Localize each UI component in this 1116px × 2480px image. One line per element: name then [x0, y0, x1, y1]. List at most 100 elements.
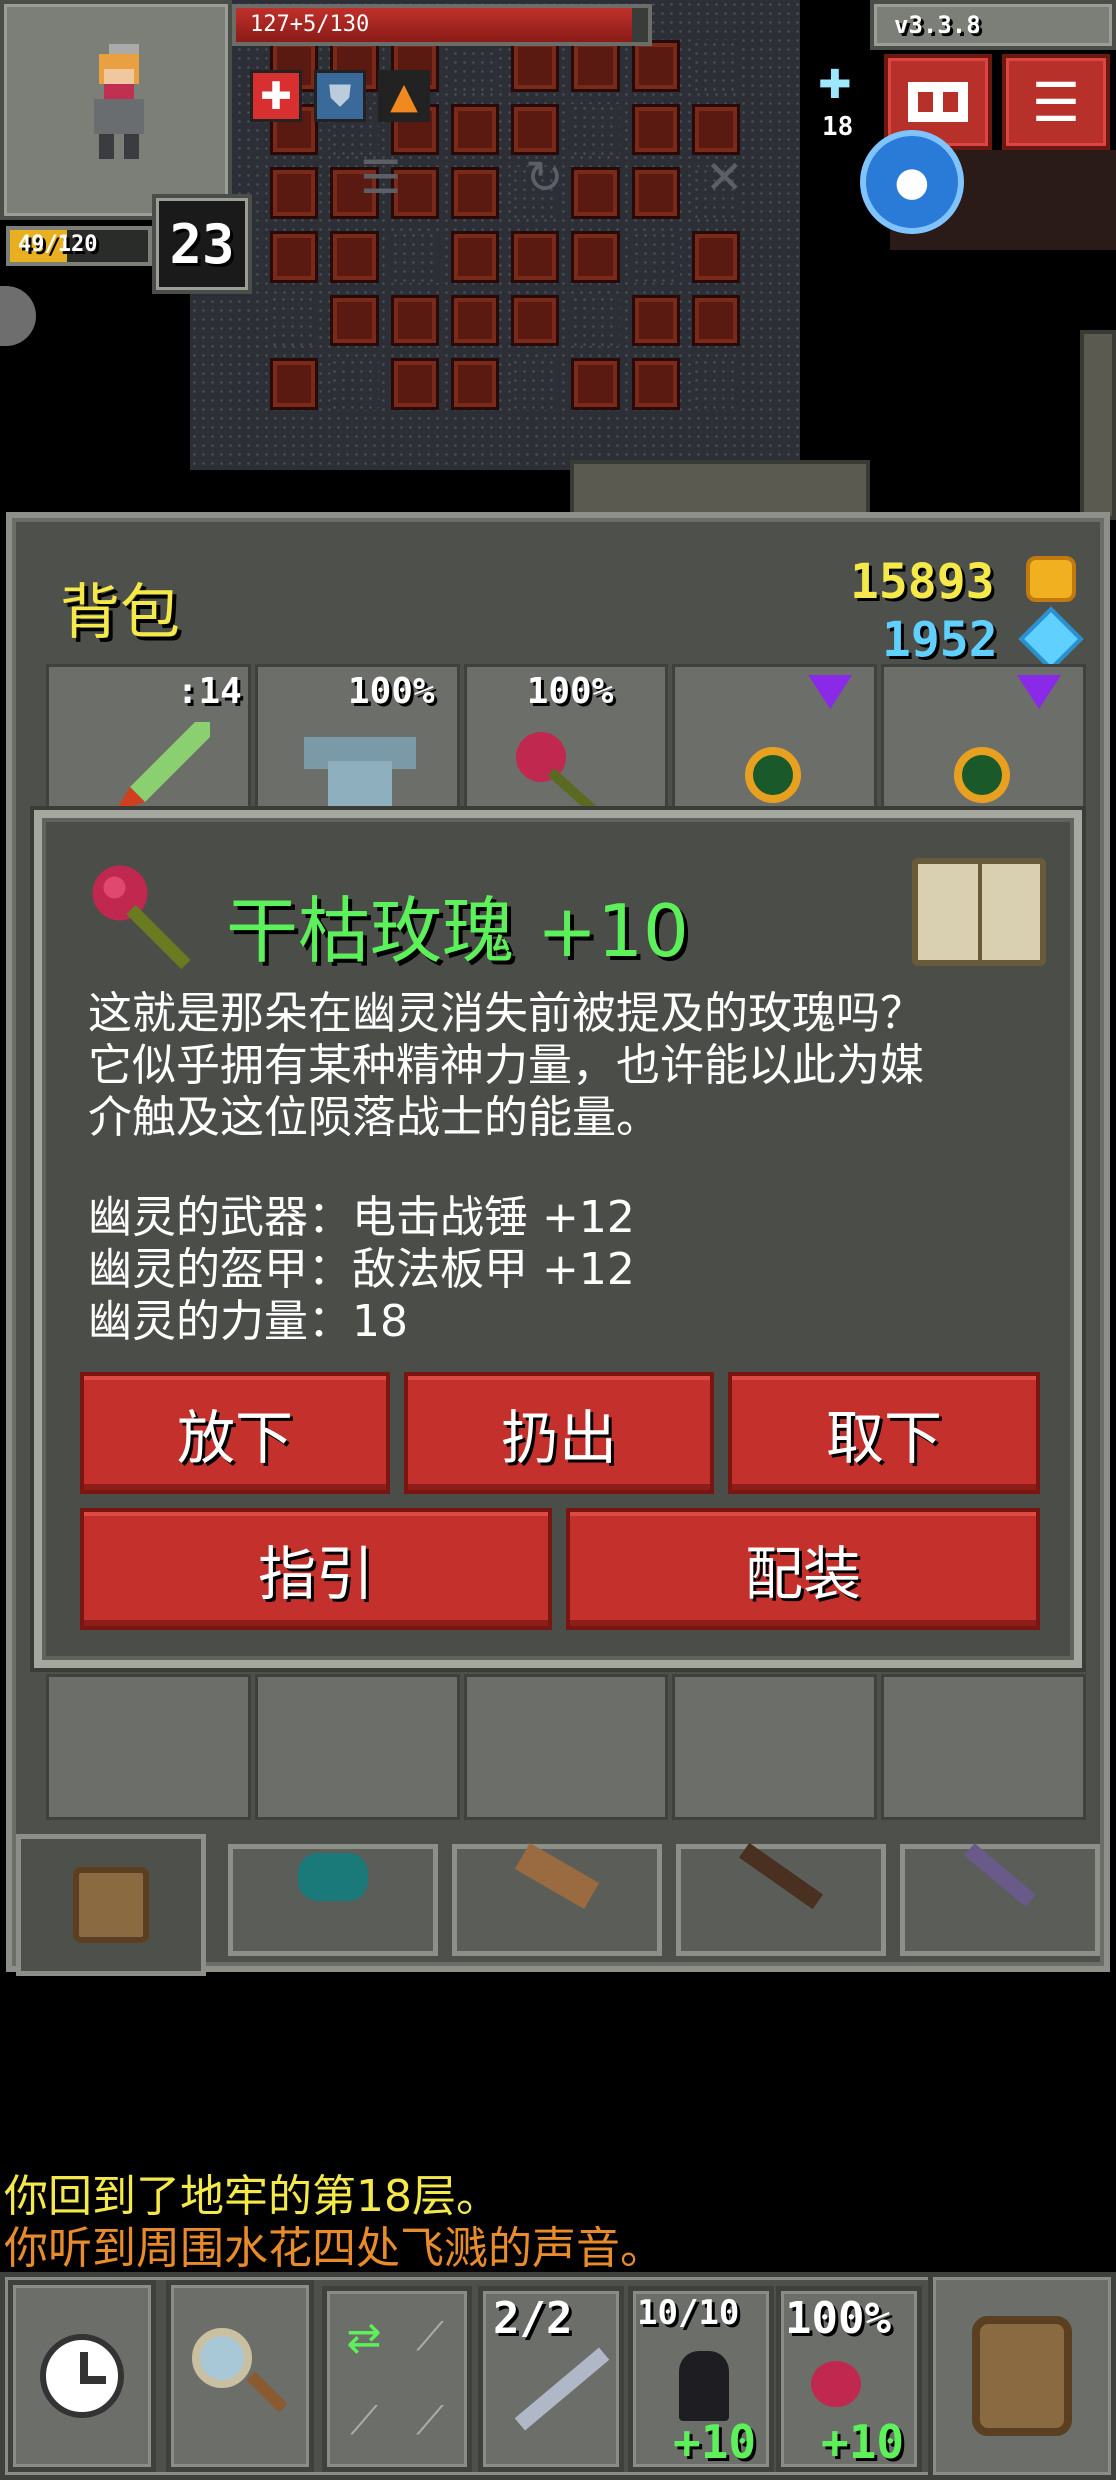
floor-tile	[390, 231, 439, 283]
empty-slot[interactable]	[881, 1674, 1086, 1820]
bag-title: 背包	[60, 578, 180, 648]
ring-icon	[954, 747, 1011, 803]
lava-tile	[571, 231, 620, 283]
hero-portrait[interactable]	[0, 0, 232, 220]
slot-label: :14	[176, 671, 242, 712]
game-log-line: 你听到周围水花四处飞溅的声音。	[4, 2223, 664, 2274]
lava-tile	[450, 103, 499, 156]
level-badge: 23	[152, 194, 252, 294]
inventory-button[interactable]	[928, 2272, 1116, 2480]
item-stats: 幽灵的武器：电击战锤 +12 幽灵的盔甲：敌法板甲 +12 幽灵的力量：18	[88, 1192, 635, 1348]
hp-bar: 127+5/130	[232, 4, 652, 46]
throw-button[interactable]: 扔出	[404, 1372, 714, 1494]
lava-tile	[571, 40, 620, 92]
quickslot-swap-grid[interactable]: ⇄ ⟋ ⟋ ⟋	[322, 2286, 472, 2472]
empty-slot[interactable]	[672, 1674, 878, 1820]
floor-tile	[691, 358, 740, 410]
slot-label: 100%	[347, 671, 435, 712]
artifact-slot[interactable]: 100%	[463, 664, 669, 814]
spear-icon	[115, 722, 210, 811]
scroll-icon	[514, 1843, 600, 1909]
list-icon[interactable]: ☰	[360, 150, 401, 204]
menu-button[interactable]: ☰	[1002, 54, 1110, 150]
dart-icon[interactable]: ⟋	[333, 2381, 395, 2461]
floor-tile	[691, 40, 740, 92]
menu-icon: ☰	[1031, 70, 1081, 134]
empty-slot[interactable]	[46, 1674, 251, 1820]
lava-tile	[571, 167, 620, 219]
guide-button[interactable]: 指引	[80, 1508, 552, 1630]
gem-icon	[808, 675, 853, 709]
magnifier-icon	[192, 2328, 288, 2424]
depth-icon: ✚	[818, 62, 852, 108]
energy-count: 1952	[882, 612, 998, 668]
ring-slot-2[interactable]	[881, 664, 1086, 814]
rotate-icon[interactable]: ↻	[525, 150, 564, 204]
lava-tile	[450, 358, 499, 410]
search-button[interactable]	[166, 2280, 314, 2472]
tab-pouch[interactable]	[228, 1844, 438, 1956]
lava-tile	[691, 103, 740, 156]
rose-icon	[515, 732, 602, 811]
gem-icon	[1017, 675, 1061, 709]
close-icon[interactable]: ✕	[705, 150, 744, 204]
stat-line: 幽灵的武器：电击战锤 +12	[88, 1192, 635, 1243]
lava-tile	[631, 167, 680, 219]
floor-tile	[450, 40, 499, 92]
stat-line: 幽灵的盔甲：敌法板甲 +12	[88, 1244, 635, 1295]
bomb-action-button[interactable]: ●	[860, 130, 964, 234]
quickslot-count: 10/10	[637, 2293, 740, 2333]
unequip-button[interactable]: 取下	[728, 1372, 1040, 1494]
drop-button[interactable]: 放下	[80, 1372, 390, 1494]
item-info-dialog: 干枯玫瑰 +10 这就是那朵在幽灵消失前被提及的玫瑰吗？ 它似乎拥有某种精神力量…	[34, 810, 1082, 1668]
swap-icon[interactable]: ⇄	[333, 2297, 395, 2377]
gold-count: 15893	[850, 554, 995, 610]
empty-slot[interactable]	[254, 1674, 460, 1820]
floor-tile	[631, 231, 680, 283]
dart-icon[interactable]: ⟋	[399, 2381, 461, 2461]
equip-button[interactable]: 配装	[566, 1508, 1040, 1630]
lava-tile	[571, 358, 620, 410]
lava-tile	[631, 294, 680, 347]
lava-tile	[691, 231, 740, 283]
catalog-book-button[interactable]	[912, 858, 1046, 966]
rose-icon	[92, 865, 191, 970]
tab-backpack[interactable]	[16, 1834, 206, 1976]
dart-icon[interactable]: ⟋	[399, 2297, 461, 2377]
armor-slot[interactable]: 100%	[254, 664, 460, 814]
floor-tile	[571, 103, 620, 156]
wait-button[interactable]	[8, 2280, 156, 2472]
hp-text: 127+5/130	[250, 12, 370, 37]
item-name: 干枯玫瑰 +10	[226, 889, 689, 973]
stat-line: 幽灵的力量：18	[88, 1296, 408, 1347]
empty-slot[interactable]	[463, 1674, 669, 1820]
throwing-weapon-icon	[514, 2347, 610, 2431]
lava-tile	[511, 231, 560, 283]
item-description: 这就是那朵在幽灵消失前被提及的玫瑰吗？ 它似乎拥有某种精神力量，也许能以此为媒 …	[88, 988, 924, 1144]
lava-tile	[270, 358, 319, 410]
quickslot-2[interactable]: 10/10 +10	[628, 2286, 774, 2472]
quickslot-1[interactable]: 2/2	[478, 2286, 624, 2472]
description-line: 它似乎拥有某种精神力量，也许能以此为媒	[88, 1040, 924, 1091]
ring-slot-1[interactable]	[672, 664, 878, 814]
weapon-slot[interactable]: :14	[46, 664, 251, 814]
floor-tile	[571, 294, 620, 347]
tab-scrolls[interactable]	[452, 1843, 662, 1956]
tab-wands[interactable]	[676, 1842, 886, 1956]
lava-tile	[511, 294, 560, 347]
tab-keys[interactable]	[900, 1843, 1100, 1956]
dungeon-wall	[570, 460, 870, 520]
lava-tile	[450, 167, 499, 219]
clock-icon	[40, 2334, 124, 2418]
buff-bar: ✚ ⛊ ▲	[250, 70, 430, 122]
pouch-icon	[298, 1853, 368, 1901]
lava-tile	[450, 294, 499, 347]
lava-tile	[330, 294, 379, 347]
gold-icon	[1026, 556, 1076, 602]
energy-icon	[1018, 606, 1084, 672]
dungeon-wall	[1080, 330, 1116, 520]
quickslot-bonus: +10	[821, 2415, 905, 2469]
lava-tile	[330, 231, 379, 283]
equipment-row: :14 100% 100%	[46, 664, 1086, 814]
quickslot-3[interactable]: 100% +10	[776, 2286, 922, 2472]
